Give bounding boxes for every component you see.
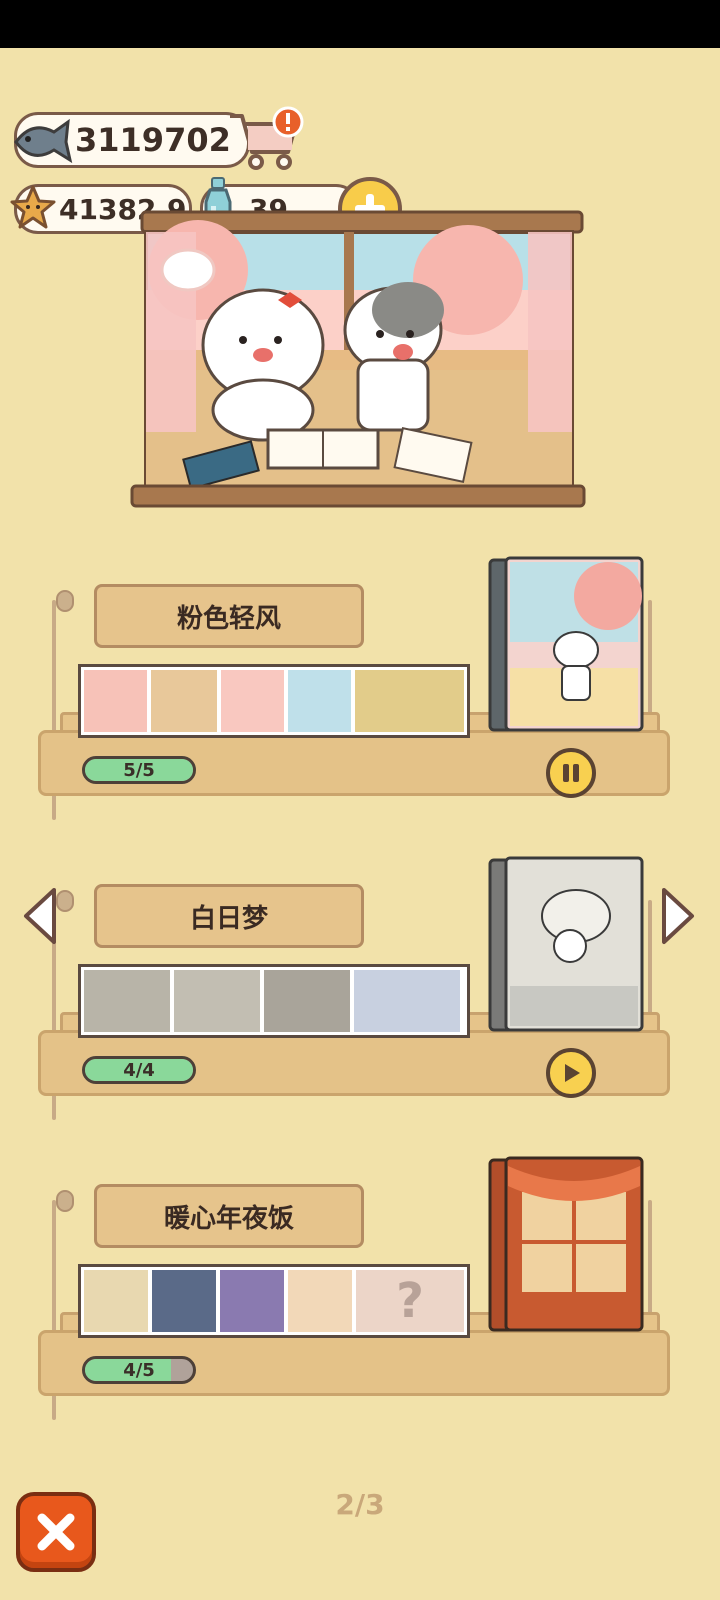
- album-thumbnails[interactable]: [78, 664, 470, 738]
- album-thumbnails[interactable]: ?: [78, 1264, 470, 1338]
- photo-thumb[interactable]: [84, 970, 170, 1032]
- locked-photo-slot[interactable]: ?: [356, 1270, 464, 1332]
- close-button[interactable]: [16, 1492, 96, 1572]
- album-row-2: 白日梦 4/4: [0, 856, 720, 1120]
- album-row-1: 粉色轻风 5/5: [0, 556, 720, 820]
- question-mark-icon: ?: [396, 1273, 424, 1329]
- album-title-board: 白日梦: [94, 884, 364, 948]
- album-title: 白日梦: [189, 903, 268, 934]
- fish-icon: [14, 118, 73, 164]
- album-progress: 5/5: [82, 756, 196, 784]
- album-cover-illustration: [130, 210, 586, 508]
- status-bar: [0, 0, 720, 48]
- album-thumbnails[interactable]: [78, 964, 470, 1038]
- page-indicator: 2/3: [335, 1488, 385, 1521]
- progress-text: 4/4: [123, 1059, 155, 1081]
- photo-thumb[interactable]: [288, 1270, 352, 1332]
- star-icon: [10, 185, 56, 229]
- album-progress: 4/4: [82, 1056, 196, 1084]
- album-progress: 4/5: [82, 1356, 196, 1384]
- photo-thumb[interactable]: [84, 670, 148, 732]
- progress-text: 5/5: [123, 759, 155, 781]
- photo-thumb[interactable]: [151, 670, 217, 732]
- album-row-3: 暖心年夜饭 ? 4/5: [0, 1156, 720, 1420]
- photo-thumb[interactable]: [152, 1270, 216, 1332]
- play-button[interactable]: [546, 1048, 596, 1098]
- photo-thumb[interactable]: [220, 670, 284, 732]
- shelf-peg: [56, 590, 74, 612]
- play-icon: [565, 1064, 580, 1082]
- album-title: 粉色轻风: [176, 603, 281, 634]
- pause-icon: [563, 764, 579, 782]
- photo-thumb[interactable]: [174, 970, 260, 1032]
- progress-text: 4/5: [123, 1359, 155, 1381]
- prev-page-button[interactable]: [20, 886, 60, 946]
- album-title-board: 暖心年夜饭: [94, 1184, 364, 1248]
- photo-thumb[interactable]: [287, 670, 352, 732]
- album-book-cover[interactable]: [488, 556, 644, 732]
- photo-thumb[interactable]: [264, 970, 350, 1032]
- album-title: 暖心年夜饭: [163, 1203, 294, 1234]
- album-title-board: 粉色轻风: [94, 584, 364, 648]
- next-page-button[interactable]: [658, 886, 698, 946]
- close-icon: [37, 1513, 75, 1551]
- shelf-peg: [56, 1190, 74, 1212]
- photo-thumb[interactable]: [84, 1270, 148, 1332]
- fish-count: 3119702: [75, 121, 231, 159]
- album-book-cover[interactable]: [488, 1156, 644, 1332]
- photo-thumb[interactable]: [355, 670, 464, 732]
- photo-thumb[interactable]: [354, 970, 460, 1032]
- album-book-cover[interactable]: [488, 856, 644, 1032]
- cart-icon[interactable]: [226, 104, 306, 174]
- photo-thumb[interactable]: [220, 1270, 284, 1332]
- pause-button[interactable]: [546, 748, 596, 798]
